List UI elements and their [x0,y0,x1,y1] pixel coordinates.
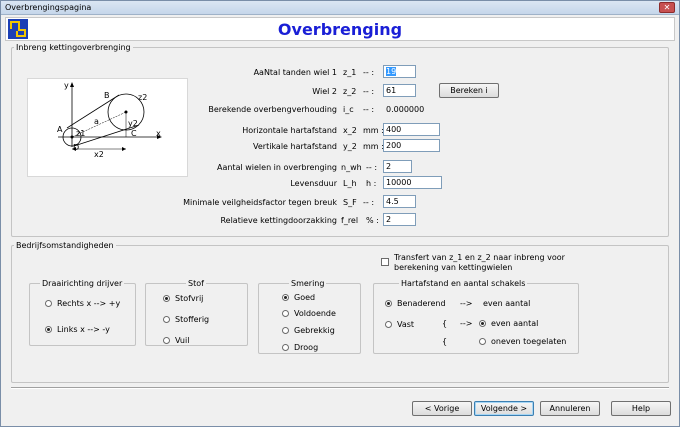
vuil-radio[interactable]: Vuil [163,336,189,345]
x2-symbol: x_2 [343,126,357,135]
diagram-y-label: y [64,81,69,90]
lh-label: Levensduur [290,179,337,188]
z2-label: Wiel 2 [312,87,337,96]
sf-input[interactable]: 4.5 [383,195,416,208]
nwh-label: Aantal wielen in overbrenging [216,163,337,172]
volgende-button[interactable]: Volgende > [474,401,534,416]
ic-unit: -- : [363,105,375,114]
nwh-unit: -- : [366,163,378,172]
oneven-radio[interactable]: oneven toegelaten [479,337,566,346]
ic-value: 0.000000 [386,105,425,114]
diagram-d-label: D [73,143,80,152]
lh-symbol: L_h [343,179,357,188]
hartafstand-legend: Hartafstand en aantal schakels [401,279,526,288]
even-aantal-radio[interactable]: even aantal [479,319,538,328]
diagram-x2-label: x2 [94,150,104,159]
stofferig-radio[interactable]: Stofferig [163,315,209,324]
inbreng-legend: Inbreng kettingoverbrenging [16,43,131,52]
smering-legend: Smering [291,279,325,288]
links-radio-dot [45,326,52,333]
y2-input[interactable]: 200 [383,139,440,152]
transfert-checkbox[interactable] [381,258,389,266]
frel-symbol: f_rel [341,216,359,225]
z2-symbol: z_2 [343,87,357,96]
help-button[interactable]: Help [611,401,671,416]
annuleren-button[interactable]: Annuleren [540,401,600,416]
ic-symbol: i_c [343,105,354,114]
z1-unit: -- : [363,68,375,77]
window: Overbrengingspagina ✕ Overbrenging Inbre… [0,0,680,427]
diagram-z2-label: z2 [138,93,148,102]
gebrekkig-radio[interactable]: Gebrekkig [282,326,335,335]
z1-symbol: z_1 [343,68,357,77]
close-button[interactable]: ✕ [659,2,675,13]
z2-input[interactable]: 61 [383,84,416,97]
vast-brace-2: { [442,337,448,346]
y2-symbol: y_2 [343,142,357,151]
benaderend-radio[interactable]: Benaderend [385,299,446,308]
content-panel: Inbreng kettingoverbrenging y x A B C D … [5,41,675,425]
draairichting-legend: Draairichting drijver [42,279,123,288]
vorige-button[interactable]: < Vorige [412,401,472,416]
z1-label: AaNtal tanden wiel 1 [253,68,337,77]
y2-unit: mm : [363,142,384,151]
window-title: Overbrengingspagina [5,3,92,12]
y2-label: Vertikale hartafstand [253,142,337,151]
z1-input[interactable]: 19 [383,65,416,78]
stofvrij-radio[interactable]: Stofvrij [163,294,203,303]
diagram-c-label: C [131,129,137,138]
z2-unit: -- : [363,87,375,96]
goed-radio[interactable]: Goed [282,293,315,302]
rechts-radio[interactable]: Rechts x --> +y [45,299,120,308]
frel-unit: % : [366,216,379,225]
droog-radio[interactable]: Droog [282,343,318,352]
title-bar: Overbrengingspagina ✕ [1,1,679,15]
diagram-a-label: A [57,125,63,134]
lh-input[interactable]: 10000 [383,176,442,189]
x2-input[interactable]: 400 [383,123,440,136]
diagram-z1-label: z1 [76,129,86,138]
links-radio[interactable]: Links x --> -y [45,325,110,334]
x2-label: Horizontale hartafstand [242,126,337,135]
sf-symbol: S_F [343,198,357,207]
x2-unit: mm : [363,126,384,135]
bedrijf-legend: Bedrijfsomstandigheden [16,241,114,250]
bereken-button[interactable]: Bereken i [439,83,499,98]
vast-radio[interactable]: Vast [385,320,414,329]
benaderend-arrow: --> [460,299,473,308]
transfert-label-line2: berekening van kettingwielen [394,263,513,272]
diagram-b-label: B [104,91,110,100]
ic-label: Berekende overbengverhouding [208,105,337,114]
frel-input[interactable]: 2 [383,213,416,226]
rechts-radio-dot [45,300,52,307]
nwh-input[interactable]: 2 [383,160,412,173]
page-title: Overbrenging [277,20,403,39]
draairichting-group: Draairichting drijver [29,279,136,346]
vast-arrow: --> [460,319,473,328]
frel-label: Relatieve kettingdoorzakking [220,216,337,225]
voldoende-radio[interactable]: Voldoende [282,309,336,318]
transfert-label-line1: Transfert van z_1 en z_2 naar inbreng vo… [394,253,565,262]
diagram-y2-label: y2 [128,119,138,128]
lh-unit: h : [366,179,377,188]
page-header: Overbrenging [5,17,675,41]
vast-brace-1: { [442,319,448,328]
stof-group: Stof [145,279,248,346]
nwh-symbol: n_wh [341,163,362,172]
sf-label: Minimale veilgheidsfactor tegen breuk [183,198,337,207]
stof-legend: Stof [188,279,204,288]
sf-unit: -- : [363,198,375,207]
close-icon: ✕ [663,3,671,12]
footer-separator [11,387,669,389]
even-aantal-label: even aantal [483,299,531,308]
diagram-a-length-label: a [94,117,99,126]
